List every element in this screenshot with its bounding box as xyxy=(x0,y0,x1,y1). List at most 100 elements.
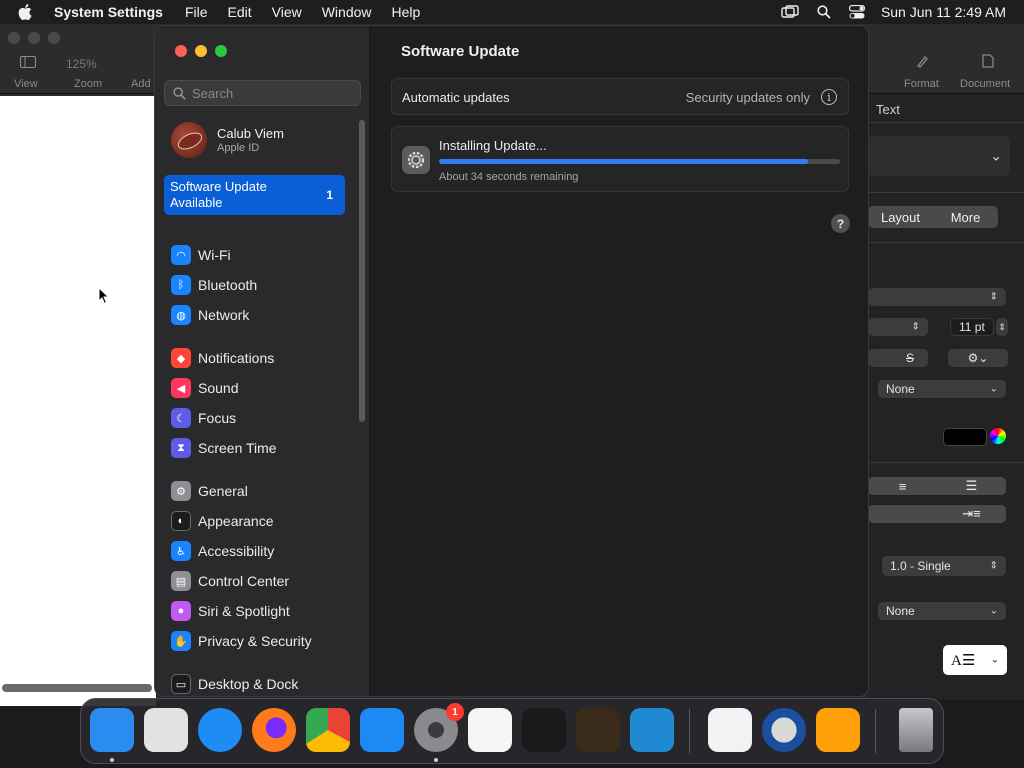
dock-safari-icon[interactable] xyxy=(198,708,242,752)
dock-launchpad-icon[interactable] xyxy=(144,708,188,752)
dock-running-indicator xyxy=(434,758,438,762)
menu-help[interactable]: Help xyxy=(392,4,421,20)
text-style-segmented[interactable]: Layout More xyxy=(868,206,998,228)
strikethrough-button[interactable]: S xyxy=(868,349,928,367)
zoom-value[interactable]: 125% xyxy=(66,57,97,71)
dock-app-store-icon[interactable] xyxy=(360,708,404,752)
settings-sidebar: Calub Viem Apple ID Software Update Avai… xyxy=(155,26,370,696)
view-label: View xyxy=(14,78,38,90)
dock-vscode-icon[interactable] xyxy=(630,708,674,752)
list-style-popup[interactable]: A☰ ⌄ xyxy=(943,645,1007,675)
none-popup-1[interactable]: None ⌄ xyxy=(878,380,1006,398)
sidebar-item-siri-spotlight[interactable]: ● Siri & Spotlight xyxy=(171,599,290,623)
menu-edit[interactable]: Edit xyxy=(228,4,252,20)
font-weight-popup[interactable]: ⇕ xyxy=(868,318,928,336)
sidebar-item-accessibility[interactable]: ♿ Accessibility xyxy=(171,539,274,563)
dock-textedit-icon[interactable] xyxy=(468,708,512,752)
sidebar-item-desktop-dock[interactable]: ▭ Desktop & Dock xyxy=(171,672,298,696)
sidebar-item-label: Focus xyxy=(198,410,237,426)
document-label[interactable]: Document xyxy=(960,78,1010,90)
dock-finder-icon[interactable] xyxy=(90,708,134,752)
menu-file[interactable]: File xyxy=(185,4,208,20)
line-spacing-popup[interactable]: 1.0 - Single ⇕ xyxy=(882,556,1006,576)
tab-more[interactable]: More xyxy=(933,206,998,228)
menu-view[interactable]: View xyxy=(272,4,302,20)
sidebar-item-general[interactable]: ⚙ General xyxy=(171,479,248,503)
gear-icon: ⚙ xyxy=(171,481,191,501)
siri-icon: ● xyxy=(171,601,191,621)
screen-mirroring-icon[interactable] xyxy=(781,5,799,19)
paragraph-style-popup[interactable]: ⌄ xyxy=(868,136,1010,176)
sidebar-search-field[interactable] xyxy=(164,80,361,106)
dock-trash-icon[interactable] xyxy=(899,708,933,752)
apple-id-account[interactable]: Calub Viem Apple ID xyxy=(171,122,284,158)
font-family-popup[interactable]: ⇕ xyxy=(868,288,1006,306)
menu-window[interactable]: Window xyxy=(322,4,372,20)
sidebar-view-icon[interactable] xyxy=(20,56,36,71)
close-window-button[interactable] xyxy=(175,45,187,57)
tab-layout[interactable]: Layout xyxy=(868,206,933,228)
system-settings-window: Calub Viem Apple ID Software Update Avai… xyxy=(154,25,869,697)
font-size-field[interactable]: 11 pt xyxy=(950,318,994,336)
minimize-window-button[interactable] xyxy=(195,45,207,57)
moon-icon: ☾ xyxy=(171,408,191,428)
dock-pages-icon[interactable] xyxy=(816,708,860,752)
sidebar-item-sound[interactable]: ◀ Sound xyxy=(171,376,238,400)
menu-app-name[interactable]: System Settings xyxy=(54,4,163,20)
document-canvas[interactable] xyxy=(0,96,156,706)
sidebar-item-bluetooth[interactable]: ᛒ Bluetooth xyxy=(171,273,257,297)
page-title: Software Update xyxy=(401,43,520,60)
color-picker-icon[interactable] xyxy=(990,428,1006,444)
sidebar-item-wi-fi[interactable]: ◠ Wi-Fi xyxy=(171,243,231,267)
document-icon[interactable] xyxy=(982,54,994,71)
dock-quicktime-icon[interactable] xyxy=(762,708,806,752)
zoom-window-button[interactable] xyxy=(215,45,227,57)
dock-visual-studio-icon[interactable] xyxy=(708,708,752,752)
format-label[interactable]: Format xyxy=(904,78,939,90)
apple-menu-icon[interactable] xyxy=(18,4,38,20)
none-popup-2[interactable]: None ⌄ xyxy=(878,602,1006,620)
globe-icon: ◍ xyxy=(171,305,191,325)
dock-running-indicator xyxy=(110,758,114,762)
indent-segmented[interactable]: ⇥≡ xyxy=(868,505,1006,523)
sidebar-item-control-center[interactable]: ▤ Control Center xyxy=(171,569,289,593)
inspector-tab-text[interactable]: Text xyxy=(876,102,900,117)
sidebar-scrollbar[interactable] xyxy=(359,120,365,422)
sidebar-item-software-update-available[interactable]: Software Update Available 1 xyxy=(164,175,345,215)
sidebar-item-notifications[interactable]: ◆ Notifications xyxy=(171,346,274,370)
text-color-well[interactable] xyxy=(943,428,987,446)
sidebar-item-label: General xyxy=(198,483,248,499)
search-input[interactable] xyxy=(192,85,352,101)
alignment-segmented[interactable]: ≡ ☰ xyxy=(868,477,1006,495)
accessibility-icon: ♿ xyxy=(171,541,191,561)
help-button[interactable]: ? xyxy=(831,214,850,233)
sidebar-item-appearance[interactable]: ◐ Appearance xyxy=(171,509,274,533)
automatic-updates-value: Security updates only xyxy=(685,90,810,105)
window-controls xyxy=(175,45,227,57)
align-center-icon[interactable]: ≡ xyxy=(868,477,937,495)
sidebar-item-network[interactable]: ◍ Network xyxy=(171,303,249,327)
mouse-cursor-icon xyxy=(98,286,110,310)
control-center-icon[interactable] xyxy=(848,5,865,19)
dock-garageband-icon[interactable] xyxy=(576,708,620,752)
format-inspector: Text ⌄ Layout More ⇕ ⇕ 11 pt ⇕ S ⚙︎⌄ Non… xyxy=(868,94,1024,700)
format-brush-icon[interactable] xyxy=(916,54,930,71)
align-justify-icon[interactable]: ☰ xyxy=(937,477,1006,495)
text-options-gear-button[interactable]: ⚙︎⌄ xyxy=(948,349,1008,367)
bell-icon: ◆ xyxy=(171,348,191,368)
spotlight-search-icon[interactable] xyxy=(817,5,831,19)
automatic-updates-label: Automatic updates xyxy=(402,90,510,105)
sidebar-item-screen-time[interactable]: ⧗ Screen Time xyxy=(171,436,277,460)
info-icon[interactable]: i xyxy=(821,89,837,105)
dock-firefox-icon[interactable] xyxy=(252,708,296,752)
sidebar-item-privacy-security[interactable]: ✋ Privacy & Security xyxy=(171,629,312,653)
horizontal-scrollbar[interactable] xyxy=(2,684,152,692)
sidebar-item-focus[interactable]: ☾ Focus xyxy=(171,406,236,430)
indent-icon[interactable]: ⇥≡ xyxy=(937,505,1006,523)
font-size-stepper[interactable]: ⇕ xyxy=(996,318,1008,336)
dock-chrome-icon[interactable] xyxy=(306,708,350,752)
dock-terminal-icon[interactable] xyxy=(522,708,566,752)
progress-bar xyxy=(439,159,840,164)
menu-clock[interactable]: Sun Jun 11 2:49 AM xyxy=(881,4,1006,20)
appearance-icon: ◐ xyxy=(171,511,191,531)
